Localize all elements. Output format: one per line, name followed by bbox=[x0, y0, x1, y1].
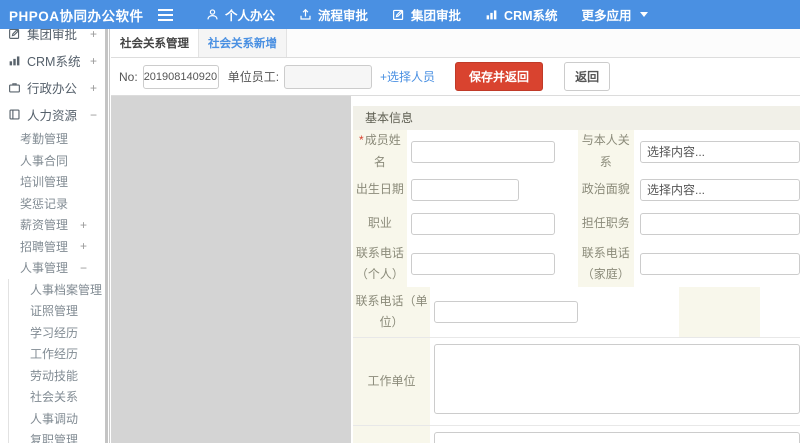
sidebar-item[interactable]: 人力资源 − bbox=[0, 101, 109, 128]
bar-chart-icon bbox=[8, 54, 21, 67]
sidebar-item[interactable]: 人事管理 − bbox=[0, 257, 109, 279]
form-row: 出生日期 政治面貌 选择内容... bbox=[353, 173, 800, 207]
expand-toggle-icon: + bbox=[89, 53, 97, 68]
expand-toggle-icon: + bbox=[79, 239, 87, 254]
tab-social-relation-new[interactable]: 社会关系新增 bbox=[199, 29, 287, 57]
field-label: 职业 bbox=[353, 206, 407, 242]
form-toolbar: No: 单位员工: +选择人员 保存并返回 返回 bbox=[111, 58, 800, 96]
book-icon bbox=[8, 108, 21, 121]
caret-down-icon bbox=[639, 12, 648, 17]
sidebar-item[interactable]: 人事调动 bbox=[8, 407, 109, 429]
edit-icon bbox=[392, 8, 405, 21]
field-label: 出生日期 bbox=[353, 173, 407, 207]
sidebar-item[interactable]: 人事合同 bbox=[0, 150, 109, 172]
sidebar-menu: 集团审批 + CRM系统 + 行政办公 + 人力资源 − 考勤管理 人事合同 培… bbox=[0, 29, 109, 443]
expand-toggle-icon: − bbox=[79, 260, 87, 275]
sidebar-item[interactable]: 行政办公 + bbox=[0, 74, 109, 101]
menu-toggle-button[interactable] bbox=[150, 0, 180, 29]
sidebar-item[interactable]: 考勤管理 bbox=[0, 128, 109, 150]
expand-toggle-icon: + bbox=[79, 217, 87, 232]
sidebar-scrollbar[interactable] bbox=[105, 29, 108, 443]
choose-person-link[interactable]: +选择人员 bbox=[380, 68, 435, 85]
form-row bbox=[353, 425, 800, 443]
phone-home-input[interactable] bbox=[640, 253, 800, 276]
form-panel: 基本信息 *成员姓名 与本人关系 选择内容... 出生日期 政治面貌 选择内容.… bbox=[351, 96, 800, 443]
sidebar-item[interactable]: 集团审批 + bbox=[0, 29, 109, 47]
sidebar-item[interactable]: 奖惩记录 bbox=[0, 193, 109, 215]
sidebar-item[interactable]: 人事档案管理 bbox=[8, 278, 109, 300]
no-label: No: bbox=[119, 69, 138, 84]
expand-toggle-icon: − bbox=[89, 107, 97, 122]
nav-personal-office[interactable]: 个人办公 bbox=[194, 0, 287, 29]
extra-textarea[interactable] bbox=[434, 432, 800, 443]
chart-icon bbox=[485, 8, 498, 21]
field-label bbox=[679, 287, 760, 338]
position-input[interactable] bbox=[640, 212, 800, 235]
field-label: 担任职务 bbox=[577, 206, 634, 242]
field-label: *成员姓名 bbox=[353, 130, 407, 174]
required-mark: * bbox=[359, 133, 364, 147]
nav-process-approval[interactable]: 流程审批 bbox=[287, 0, 380, 29]
flow-icon bbox=[299, 8, 312, 21]
field-label: 工作单位 bbox=[353, 338, 430, 426]
sidebar-item[interactable]: 复职管理 bbox=[8, 429, 109, 443]
work-unit-textarea[interactable] bbox=[434, 344, 800, 415]
nav-crm-system[interactable]: CRM系统 bbox=[473, 0, 569, 29]
app-brand: PHPOA协同办公软件 bbox=[9, 8, 144, 24]
employee-label: 单位员工: bbox=[227, 70, 280, 84]
political-status-select[interactable]: 选择内容... bbox=[640, 178, 800, 201]
field-label: 联系电话（个人） bbox=[353, 241, 407, 288]
sidebar-item[interactable]: 劳动技能 bbox=[8, 364, 109, 386]
user-icon bbox=[206, 8, 219, 21]
form-row: 职业 担任职务 bbox=[353, 206, 800, 242]
tab-bar: 社会关系管理 社会关系新增 bbox=[111, 29, 800, 58]
field-label: 联系电话（家庭） bbox=[577, 241, 634, 288]
briefcase-icon bbox=[8, 81, 21, 94]
field-label: 与本人关系 bbox=[577, 130, 634, 174]
sidebar-item[interactable]: CRM系统 + bbox=[0, 47, 109, 74]
no-input[interactable] bbox=[142, 64, 219, 89]
occupation-input[interactable] bbox=[410, 212, 555, 235]
sidebar-item[interactable]: 证照管理 bbox=[8, 300, 109, 322]
sidebar-item[interactable]: 工作经历 bbox=[8, 343, 109, 365]
sidebar-item[interactable]: 社会关系 bbox=[8, 386, 109, 408]
content-area: 基本信息 *成员姓名 与本人关系 选择内容... 出生日期 政治面貌 选择内容.… bbox=[111, 96, 800, 443]
section-title: 基本信息 bbox=[353, 106, 800, 130]
back-button[interactable]: 返回 bbox=[564, 62, 611, 91]
app-window: PHPOA协同办公软件 个人办公 流程审批 集团审批 CRM系统 更多应用 集团… bbox=[0, 0, 800, 443]
edit-square-icon bbox=[8, 29, 21, 40]
relation-select[interactable]: 选择内容... bbox=[640, 140, 800, 163]
sidebar-item[interactable]: 学习经历 bbox=[8, 321, 109, 343]
sidebar-item[interactable]: 培训管理 bbox=[0, 171, 109, 193]
form-row: 联系电话（个人） 联系电话（家庭） bbox=[353, 241, 800, 288]
form-row: *成员姓名 与本人关系 选择内容... bbox=[353, 130, 800, 174]
field-label: 联系电话（单位） bbox=[353, 287, 430, 338]
nav-group-approval[interactable]: 集团审批 bbox=[380, 0, 473, 29]
main-area: 社会关系管理 社会关系新增 No: 单位员工: +选择人员 保存并返回 返回 基… bbox=[111, 29, 800, 443]
form-row: 联系电话（单位） bbox=[353, 287, 800, 338]
member-name-input[interactable] bbox=[410, 140, 555, 163]
topbar: PHPOA协同办公软件 个人办公 流程审批 集团审批 CRM系统 更多应用 bbox=[0, 0, 800, 29]
sidebar: 集团审批 + CRM系统 + 行政办公 + 人力资源 − 考勤管理 人事合同 培… bbox=[0, 29, 110, 443]
sidebar-item[interactable]: 招聘管理 + bbox=[0, 236, 109, 258]
employee-input[interactable] bbox=[284, 64, 373, 89]
birth-date-input[interactable] bbox=[410, 178, 519, 201]
sidebar-item[interactable]: 薪资管理 + bbox=[0, 214, 109, 236]
expand-toggle-icon: + bbox=[89, 29, 97, 41]
save-return-button[interactable]: 保存并返回 bbox=[455, 62, 544, 91]
phone-work-input[interactable] bbox=[434, 301, 578, 324]
nav-more-apps[interactable]: 更多应用 bbox=[570, 0, 660, 29]
tab-social-relation-manage[interactable]: 社会关系管理 bbox=[111, 29, 199, 57]
form-row: 工作单位 bbox=[353, 337, 800, 426]
field-label bbox=[353, 426, 430, 443]
field-label: 政治面貌 bbox=[577, 173, 634, 207]
expand-toggle-icon: + bbox=[89, 80, 97, 95]
phone-personal-input[interactable] bbox=[410, 253, 555, 276]
